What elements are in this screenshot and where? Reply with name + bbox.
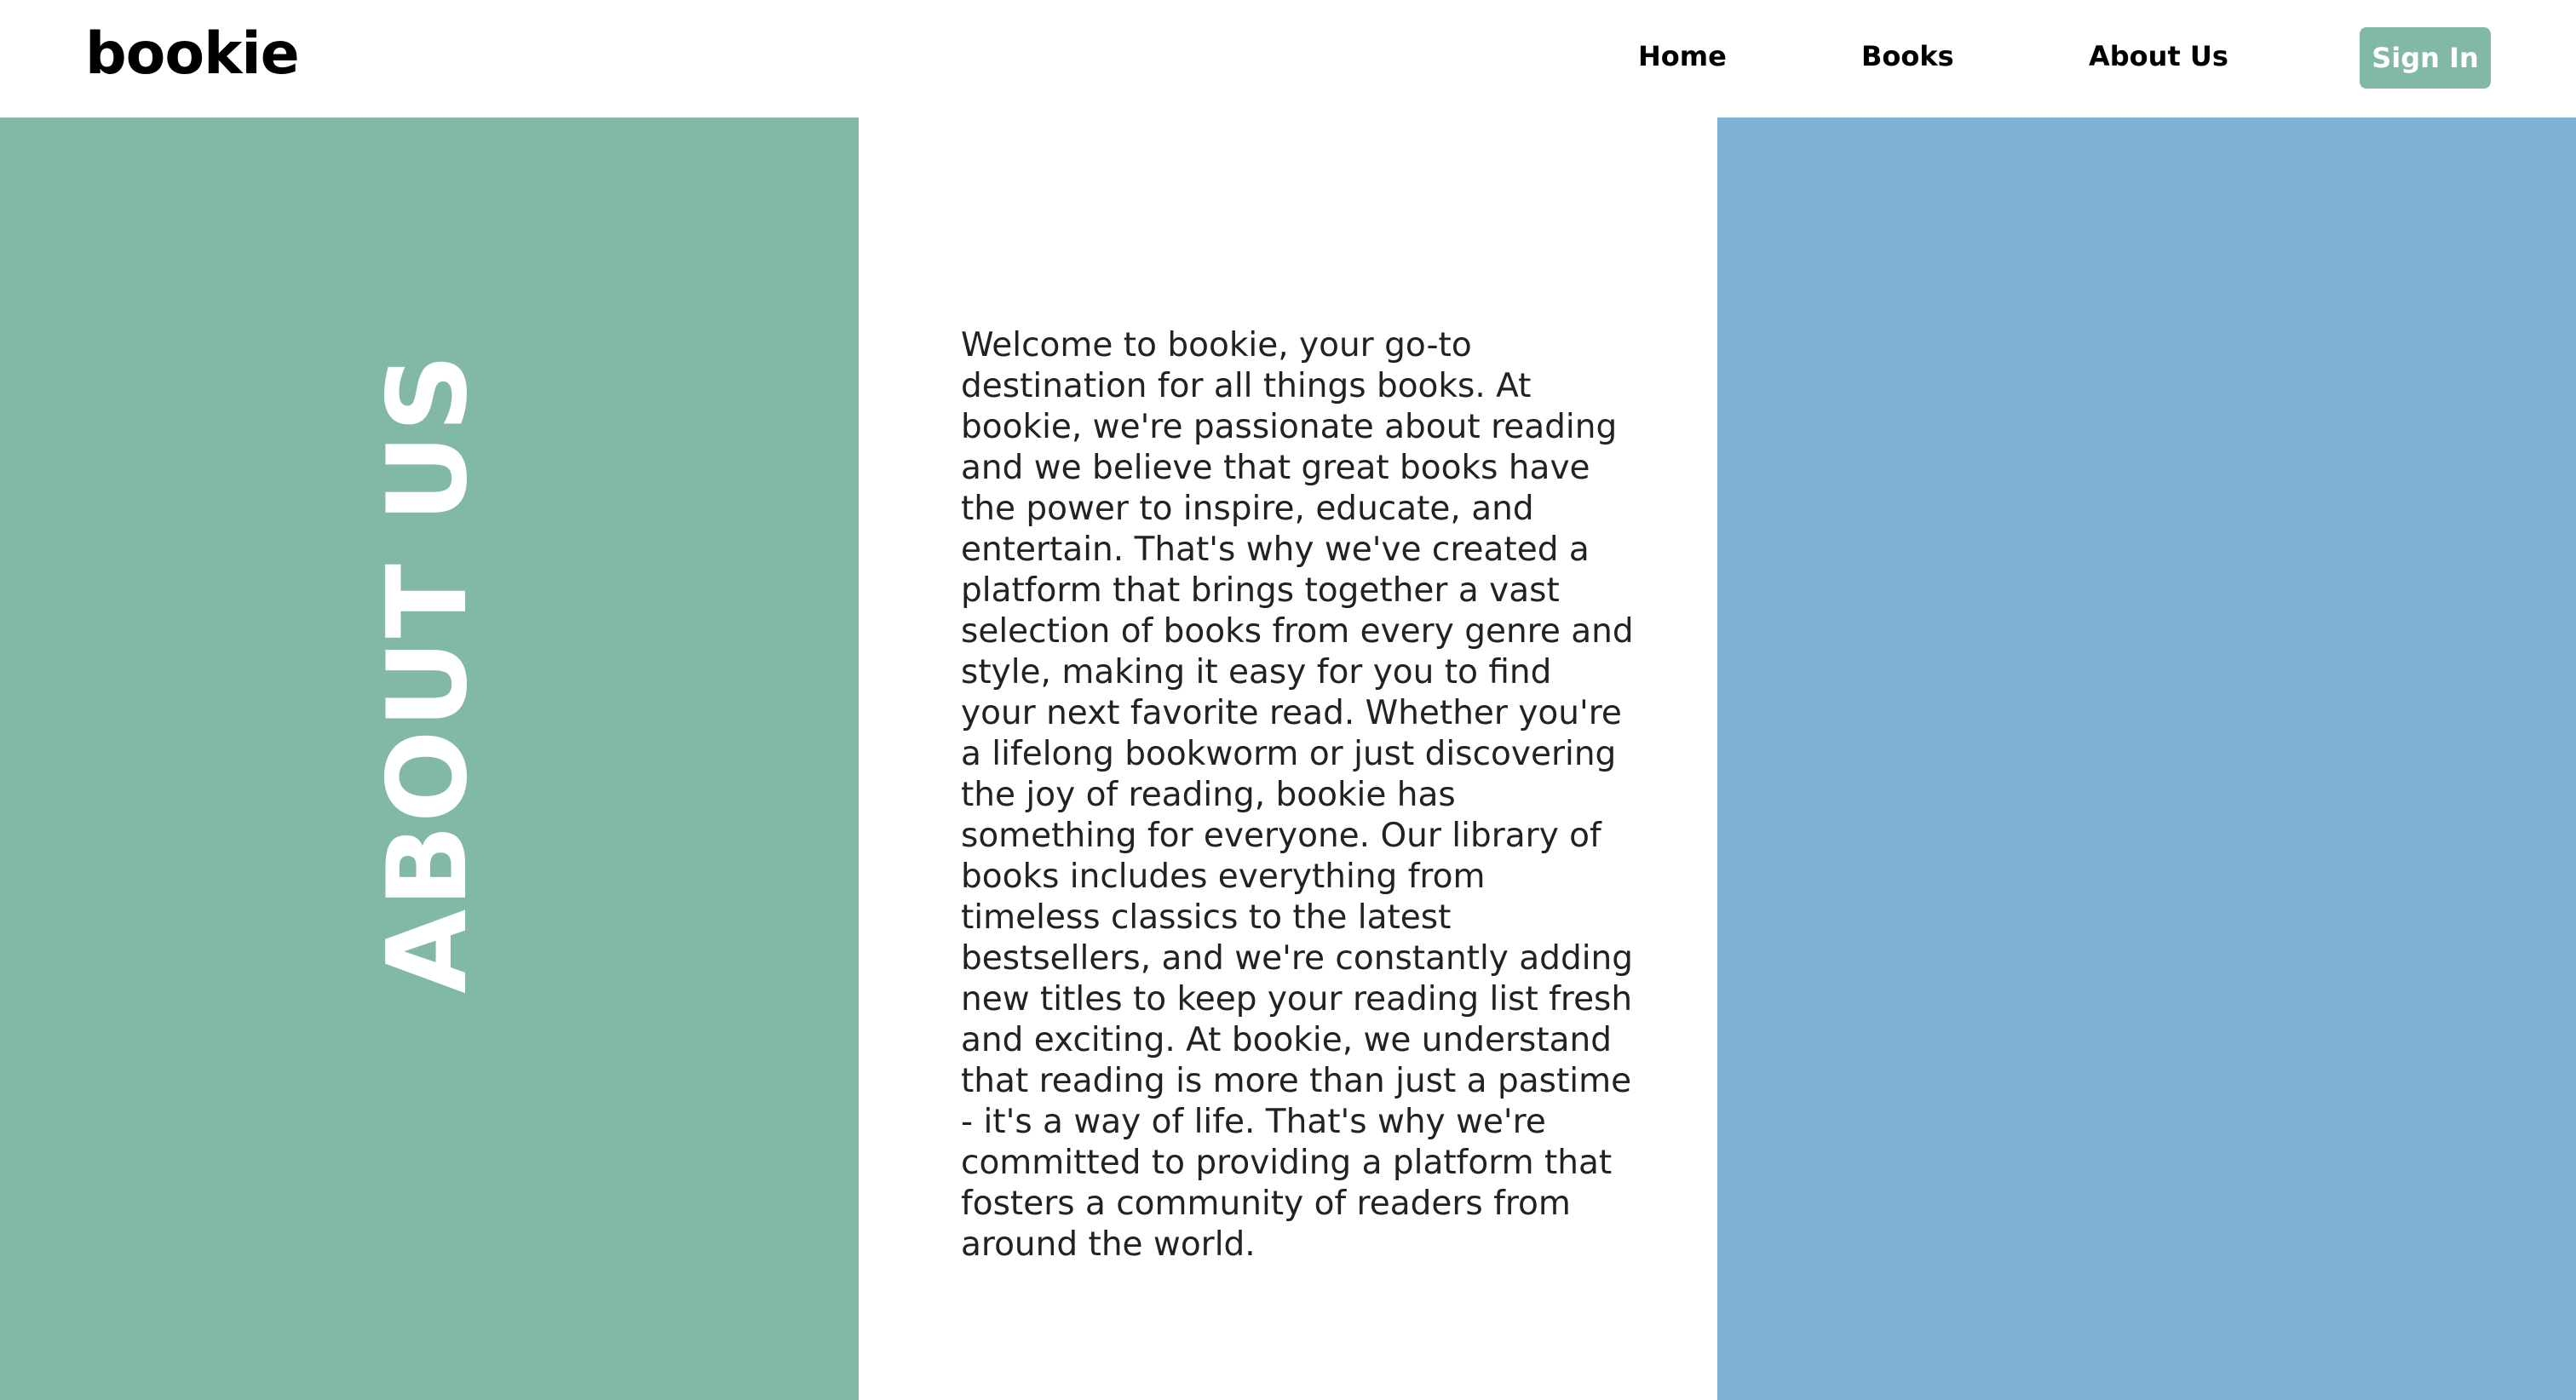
nav-about-link[interactable]: About Us [2089,37,2228,75]
about-us-vertical-heading: ABOUT US [365,352,492,994]
nav-home-link[interactable]: Home [1638,37,1727,75]
decorative-blue-panel [1717,118,2576,1400]
about-description: Welcome to bookie, your go-to destinatio… [961,326,1634,1264]
sign-in-button[interactable]: Sign In [2360,27,2491,89]
top-navbar: bookie Home Books About Us Sign In [0,0,2576,118]
site-logo[interactable]: bookie [85,22,300,87]
nav-books-link[interactable]: Books [1861,37,1954,75]
